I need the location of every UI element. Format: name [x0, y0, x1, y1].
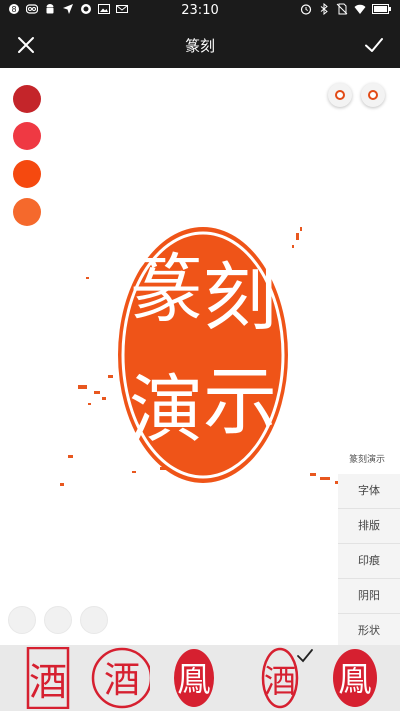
page-title: 篆刻: [184, 37, 215, 55]
seal-demo-hint: 篆刻演示: [348, 455, 385, 465]
svg-text:酒: 酒: [104, 660, 140, 701]
bluetooth-icon: [320, 3, 328, 15]
edit-button-3[interactable]: [80, 606, 108, 634]
ring-toggle-icon: [368, 90, 378, 100]
title-bar: 篆刻: [0, 22, 400, 68]
side-item-font[interactable]: 字体: [338, 474, 400, 509]
seal-canvas: 篆 刻 演 示: [60, 227, 341, 486]
ring-toggle-button-2[interactable]: [361, 83, 385, 107]
svg-text:酒: 酒: [264, 662, 296, 700]
seal-char-top-right: 刻: [203, 255, 277, 341]
template-strip: 酒 酒 鳯 酒 鳯: [0, 645, 400, 711]
svg-text:酒: 酒: [29, 660, 67, 704]
seal-char-bottom-left: 演: [129, 367, 203, 453]
wifi-icon: [354, 4, 366, 14]
seal-char-bottom-right: 示: [203, 359, 277, 445]
alarm-clock-icon: [300, 4, 312, 15]
battery-icon: [372, 4, 391, 14]
svg-text:鳯: 鳯: [338, 660, 372, 700]
color-swatch-red[interactable]: [13, 122, 41, 150]
status-bar: 8 23:10: [0, 0, 400, 22]
template-thumb-2[interactable]: 酒: [88, 647, 150, 709]
ring-toggle-button-1[interactable]: [328, 83, 352, 107]
checkmark-icon: [297, 649, 313, 663]
seal-preview: 篆 刻 演 示: [60, 215, 350, 505]
confirm-button[interactable]: [362, 33, 386, 57]
ring-toggle-icon: [335, 90, 345, 100]
seal-char-top-left: 篆: [129, 247, 203, 333]
side-item-layout[interactable]: 排版: [338, 509, 400, 544]
template-thumb-5[interactable]: 鳯: [330, 647, 392, 709]
color-swatch-dark-red[interactable]: [13, 85, 41, 113]
status-right-icons: [300, 3, 392, 15]
svg-text:鳯: 鳯: [177, 660, 211, 700]
color-swatch-orange-red[interactable]: [13, 160, 41, 188]
side-menu: 字体 排版 印痕 阴阳 形状: [338, 474, 400, 649]
edit-button-2[interactable]: [44, 606, 72, 634]
edit-controls: [8, 606, 108, 634]
color-swatch-orange[interactable]: [13, 198, 41, 226]
edit-button-1[interactable]: [8, 606, 36, 634]
side-item-imprint[interactable]: 印痕: [338, 544, 400, 579]
template-thumb-3[interactable]: 鳯: [172, 647, 234, 709]
no-sim-icon: [336, 3, 348, 15]
side-item-yin-yang[interactable]: 阴阳: [338, 579, 400, 614]
template-thumb-1[interactable]: 酒: [20, 647, 82, 709]
side-item-shape[interactable]: 形状: [338, 614, 400, 649]
